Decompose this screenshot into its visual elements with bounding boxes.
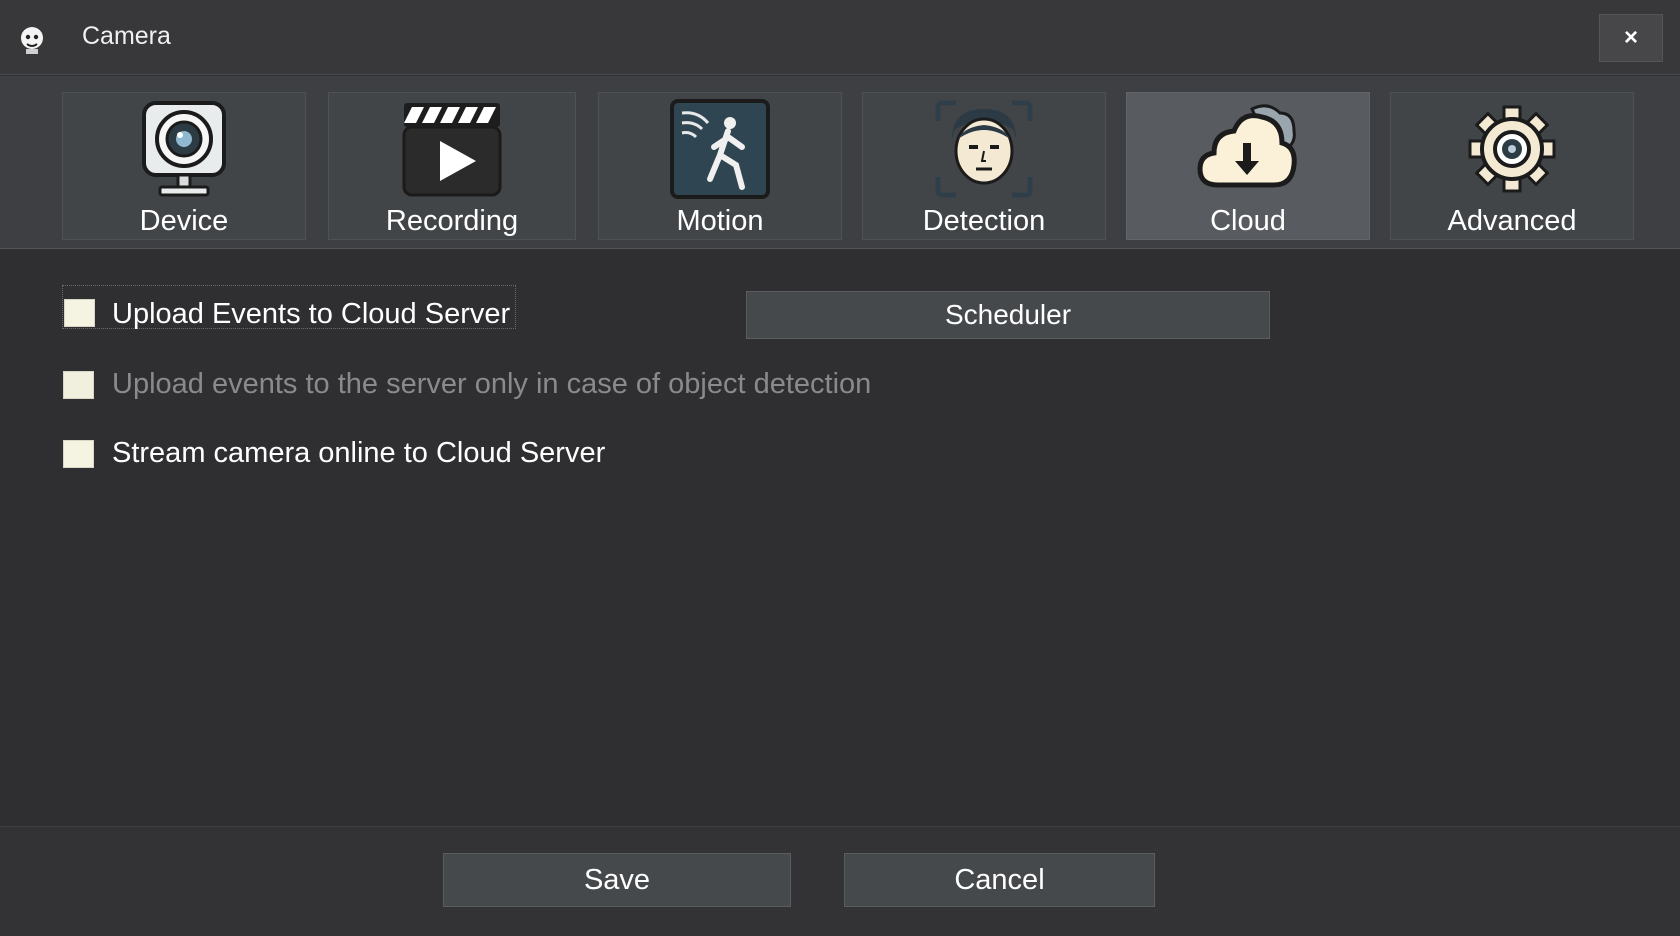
tab-recording[interactable]: Recording	[328, 92, 576, 240]
window-title: Camera	[82, 22, 171, 50]
cloud-settings-panel: Upload Events to Cloud Server Scheduler …	[0, 250, 1680, 826]
tab-device[interactable]: Device	[62, 92, 306, 240]
tab-detection[interactable]: Detection	[862, 92, 1106, 240]
cancel-button[interactable]: Cancel	[844, 853, 1155, 907]
tab-label: Detection	[922, 205, 1046, 237]
tab-label: Motion	[676, 205, 764, 237]
tab-label: Recording	[385, 205, 519, 237]
gear-icon	[1457, 97, 1567, 201]
clapperboard-icon	[397, 97, 507, 201]
scheduler-button[interactable]: Scheduler	[746, 291, 1270, 339]
tab-label: Advanced	[1447, 205, 1577, 237]
tab-advanced[interactable]: Advanced	[1390, 92, 1634, 240]
close-button[interactable]: ×	[1599, 14, 1663, 62]
upload-events-label: Upload Events to Cloud Server	[112, 298, 511, 330]
stream-camera-label: Stream camera online to Cloud Server	[112, 437, 606, 469]
cloud-download-icon	[1193, 97, 1303, 201]
tab-motion[interactable]: Motion	[598, 92, 842, 240]
stream-camera-option[interactable]: Stream camera online to Cloud Server	[63, 437, 605, 470]
object-detection-label: Upload events to the server only in case…	[112, 368, 872, 400]
object-detection-checkbox	[63, 370, 94, 399]
settings-tabs: Device Recording Motion Detection Cloud …	[0, 76, 1680, 249]
face-detection-icon	[929, 97, 1039, 201]
title-bar: Camera ×	[0, 0, 1680, 75]
tab-label: Cloud	[1210, 205, 1286, 237]
camera-settings-window: Camera × Device Recording Motion Detecti…	[0, 0, 1680, 936]
upload-events-checkbox[interactable]	[64, 299, 95, 327]
app-logo-icon	[16, 22, 48, 56]
object-detection-option: Upload events to the server only in case…	[63, 368, 871, 401]
webcam-icon	[129, 97, 239, 201]
tab-label: Device	[139, 205, 229, 237]
upload-events-option[interactable]: Upload Events to Cloud Server	[62, 285, 516, 330]
tab-cloud[interactable]: Cloud	[1126, 92, 1370, 240]
motion-sensor-icon	[665, 97, 775, 201]
save-button[interactable]: Save	[443, 853, 791, 907]
dialog-footer: Save Cancel	[0, 826, 1680, 936]
stream-camera-checkbox[interactable]	[63, 439, 94, 468]
